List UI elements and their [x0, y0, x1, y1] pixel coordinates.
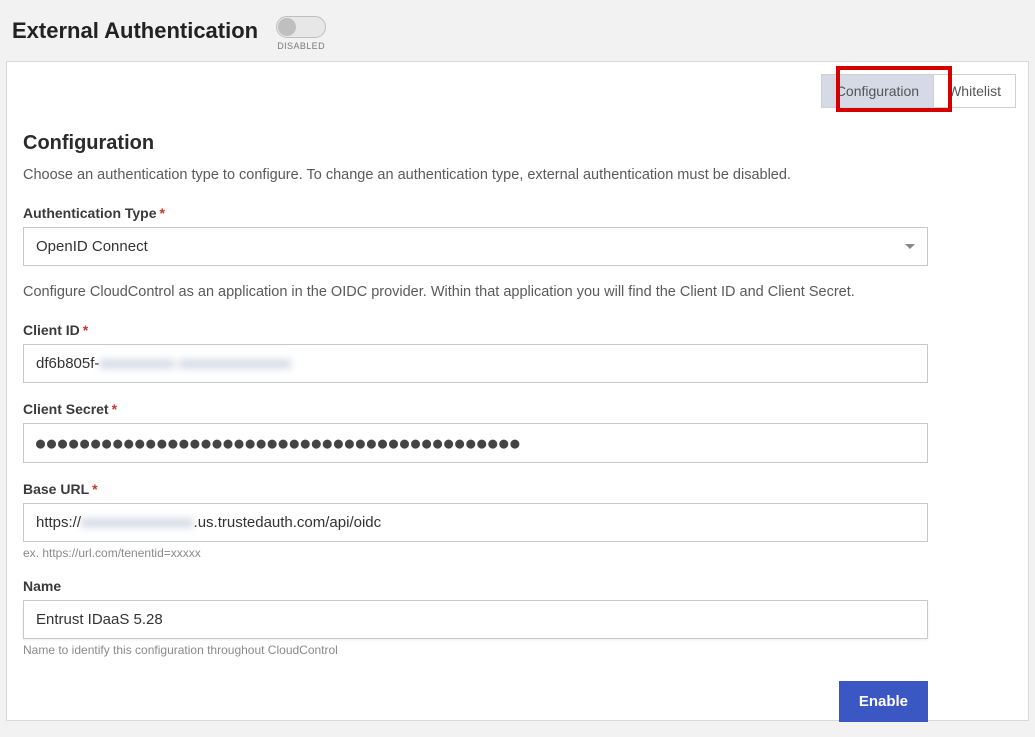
- tab-whitelist[interactable]: Whitelist: [934, 74, 1016, 108]
- required-icon: *: [112, 401, 117, 417]
- chevron-down-icon: [905, 244, 915, 249]
- base-url-helper: ex. https://url.com/tenentid=xxxxx: [23, 546, 928, 560]
- name-helper: Name to identify this configuration thro…: [23, 643, 928, 657]
- base-url-label: Base URL*: [23, 481, 928, 497]
- auth-toggle[interactable]: [276, 16, 326, 38]
- client-secret-label: Client Secret*: [23, 401, 928, 417]
- client-id-label: Client ID*: [23, 322, 928, 338]
- required-icon: *: [160, 205, 165, 221]
- tab-configuration[interactable]: Configuration: [821, 74, 934, 108]
- toggle-knob-icon: [278, 18, 296, 36]
- name-label: Name: [23, 578, 928, 594]
- auth-type-select[interactable]: OpenID Connect: [23, 227, 928, 266]
- page-title: External Authentication: [12, 16, 258, 44]
- auth-type-label: Authentication Type*: [23, 205, 928, 221]
- name-input[interactable]: [23, 600, 928, 639]
- required-icon: *: [83, 322, 88, 338]
- enable-button[interactable]: Enable: [839, 681, 928, 722]
- client-secret-input[interactable]: ●●●●●●●●●●●●●●●●●●●●●●●●●●●●●●●●●●●●●●●●…: [23, 423, 928, 463]
- client-id-input[interactable]: df6b805f-xxxxxxxxxx xxxxxxxxxxxxxxx: [23, 344, 928, 383]
- config-panel: Configuration Whitelist Configuration Ch…: [6, 61, 1029, 721]
- auth-type-value: OpenID Connect: [36, 238, 148, 255]
- base-url-input[interactable]: https://xxxxxxxxxxxxxxx.us.trustedauth.c…: [23, 503, 928, 542]
- required-icon: *: [92, 481, 97, 497]
- toggle-state-label: DISABLED: [277, 41, 325, 51]
- section-title: Configuration: [23, 132, 1012, 155]
- section-description: Choose an authentication type to configu…: [23, 167, 1012, 183]
- oidc-note: Configure CloudControl as an application…: [23, 284, 1012, 300]
